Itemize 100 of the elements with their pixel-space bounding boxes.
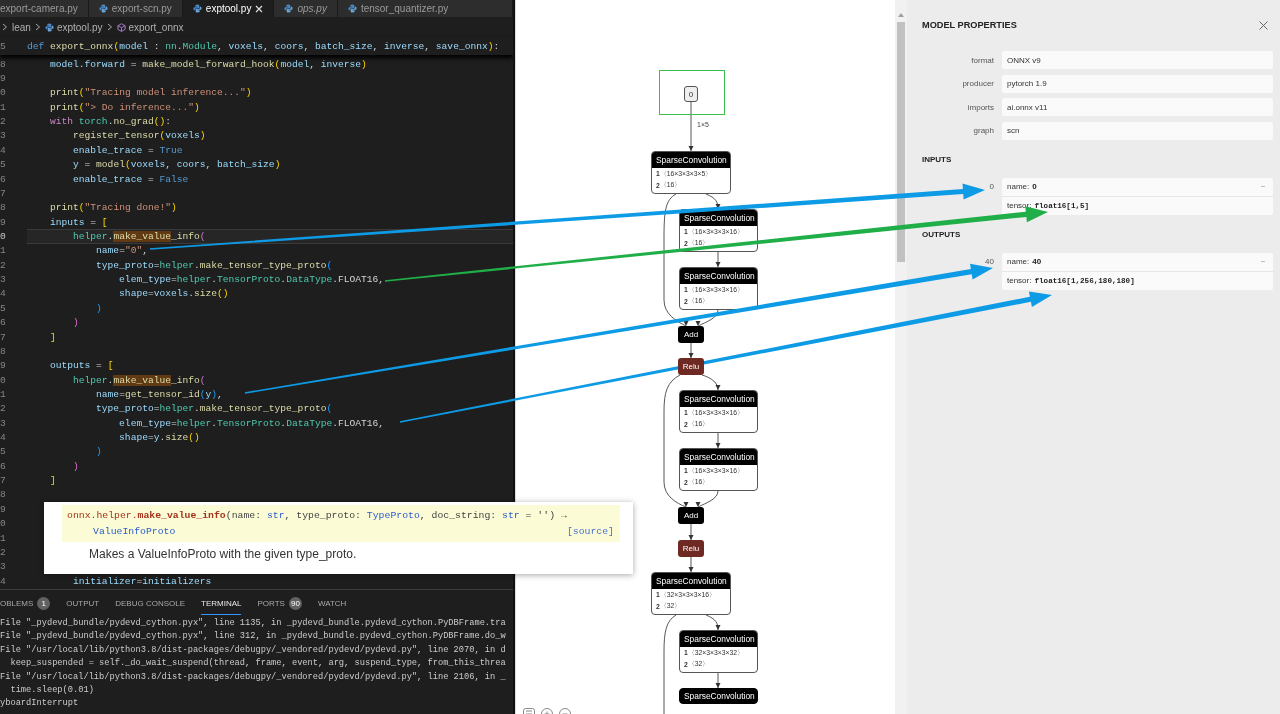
signature-text: onnx.helper.make_value_info(name: str, type_proto: TypeProto, doc_string: str = '') → [67,509,568,523]
scrollbar-thumb[interactable] [897,22,905,262]
code-line: type_proto=helper.make_tensor_type_proto( [95,402,334,416]
graph-edge [688,101,694,152]
panel-tab[interactable]: PORTS 90 [257,593,302,615]
graph-edge [688,523,694,541]
node-title: SparseConvolution [680,449,757,465]
terminal-line: yboardInterrupt [0,697,80,711]
chevron-icon [34,23,41,31]
graph-node[interactable]: Relu [678,540,704,557]
code-line: helper.make_value_info( [72,373,207,388]
code-line: y = model(voxels, coors, batch_size) [72,158,282,172]
property-label: format [970,55,994,65]
return-type: ValueInfoProto [93,525,176,539]
graph-edge [695,309,719,327]
line-number: 0 [0,231,7,242]
line-number: 9 [0,503,7,515]
code-line: shape=y.size() [118,431,201,445]
breadcrumb-item[interactable]: export_onnx [128,21,184,33]
name-value: 0 [1032,182,1037,191]
python-file-icon [347,4,357,13]
graph-node[interactable]: 0 [684,86,698,102]
line-number: 5 [0,302,7,314]
graph-edge [701,374,721,391]
line-number: 4 [0,144,7,156]
graph-edge [715,251,721,268]
property-label: producer [961,79,994,88]
line-number: 9 [0,360,7,372]
graph-node[interactable]: Relu [678,358,704,375]
line-number: 1 [0,101,7,113]
line-number: 8 [0,345,7,357]
graph-edge [705,614,721,631]
graph-node[interactable]: Add [678,326,704,343]
python-file-icon [44,22,54,32]
code-line: ) [72,459,80,474]
line-number: 6 [0,173,7,185]
python-file-icon [284,4,294,13]
graph-edge [695,490,719,508]
editor-tab[interactable]: export-scn.py [88,0,183,17]
editor-tab[interactable]: export-camera.py [0,0,89,17]
line-number: 3 [0,130,7,142]
code-line: inputs = [ [49,215,109,230]
breadcrumb-item[interactable]: exptool.py [56,21,103,33]
section-heading: OUTPUTS [922,229,962,239]
breadcrumb-item[interactable]: lean [12,21,31,33]
description-text: Makes a ValueInfoProto with the given type_proto. [89,547,358,561]
line-number: 6 [0,317,7,329]
code-line: register_tensor(voxels) [72,129,207,144]
line-number: 7 [0,331,7,343]
chevron-icon [2,23,8,31]
panel-title: MODEL PROPERTIES [922,20,1017,30]
code-line: elem_type=helper.TensorProto.DataType.FLOAT16, [118,273,385,287]
line-number: 3 [0,417,7,429]
code-line: print("Tracing done!") [49,201,178,215]
panel-tab[interactable]: OUTPUT [66,593,100,615]
line-number: 7 [0,187,7,199]
panel-tab[interactable]: OBLEMS 1 [0,593,51,615]
terminal-line: File "/usr/local/lib/python3.8/dist-packages/debugpy/_vendored/pydevd/pydevd.py", line 2106, in _ [0,670,507,684]
code-line: name="0", [95,244,149,259]
graph-edge [715,672,721,689]
line-number: 0 [0,518,7,530]
panel-tab[interactable]: WATCH [317,593,347,615]
graph-node[interactable]: Add [678,507,704,524]
property-value: pytorch 1.9 [1002,74,1273,93]
node-title: SparseConvolution [680,268,757,284]
line-number: 1 [0,245,7,257]
graph-node[interactable]: SparseConvolution [679,688,758,704]
panel-tab[interactable]: TERMINAL [201,593,242,615]
type-label: tensor: [1007,276,1032,285]
code-line: model.forward = make_model_forward_hook(model, inverse) [49,57,368,72]
line-number: 0 [0,87,7,99]
editor-tab[interactable]: ops.py [274,0,338,17]
line-number: 8 [0,489,7,501]
node-title: SparseConvolution [680,391,757,407]
source-link[interactable]: [source] [566,524,614,540]
editor-tab[interactable]: tensor_quantizer.py [337,0,513,17]
property-value: ai.onnx v11 [1002,98,1273,116]
line-number: 4 [0,432,7,443]
code-line: print("> Do inference...") [49,100,201,115]
code-line: ] [49,330,57,345]
code-line: ) [95,301,103,316]
line-number: 5 [0,40,7,52]
line-number: 9 [0,73,7,85]
line-number: 2 [0,546,7,558]
property-label: graph [972,126,994,135]
python-file-icon [98,4,108,13]
terminal-line: time.sleep(0.01) [9,684,95,698]
python-file-icon [192,4,202,13]
line-number: 8 [0,202,7,214]
panel-tab[interactable]: DEBUG CONSOLE [115,593,186,615]
node-title: SparseConvolution [652,152,730,168]
line-number: 7 [0,475,7,487]
line-number: 0 [0,374,7,386]
editor-tab[interactable]: exptool.py [182,0,275,17]
scrollbar[interactable] [895,0,907,714]
property-label: imports [966,102,994,112]
line-number: 9 [0,216,7,228]
code-line: initializer=initializers [72,574,213,589]
scroll-up-icon[interactable] [898,13,904,17]
line-number: 4 [0,288,7,300]
